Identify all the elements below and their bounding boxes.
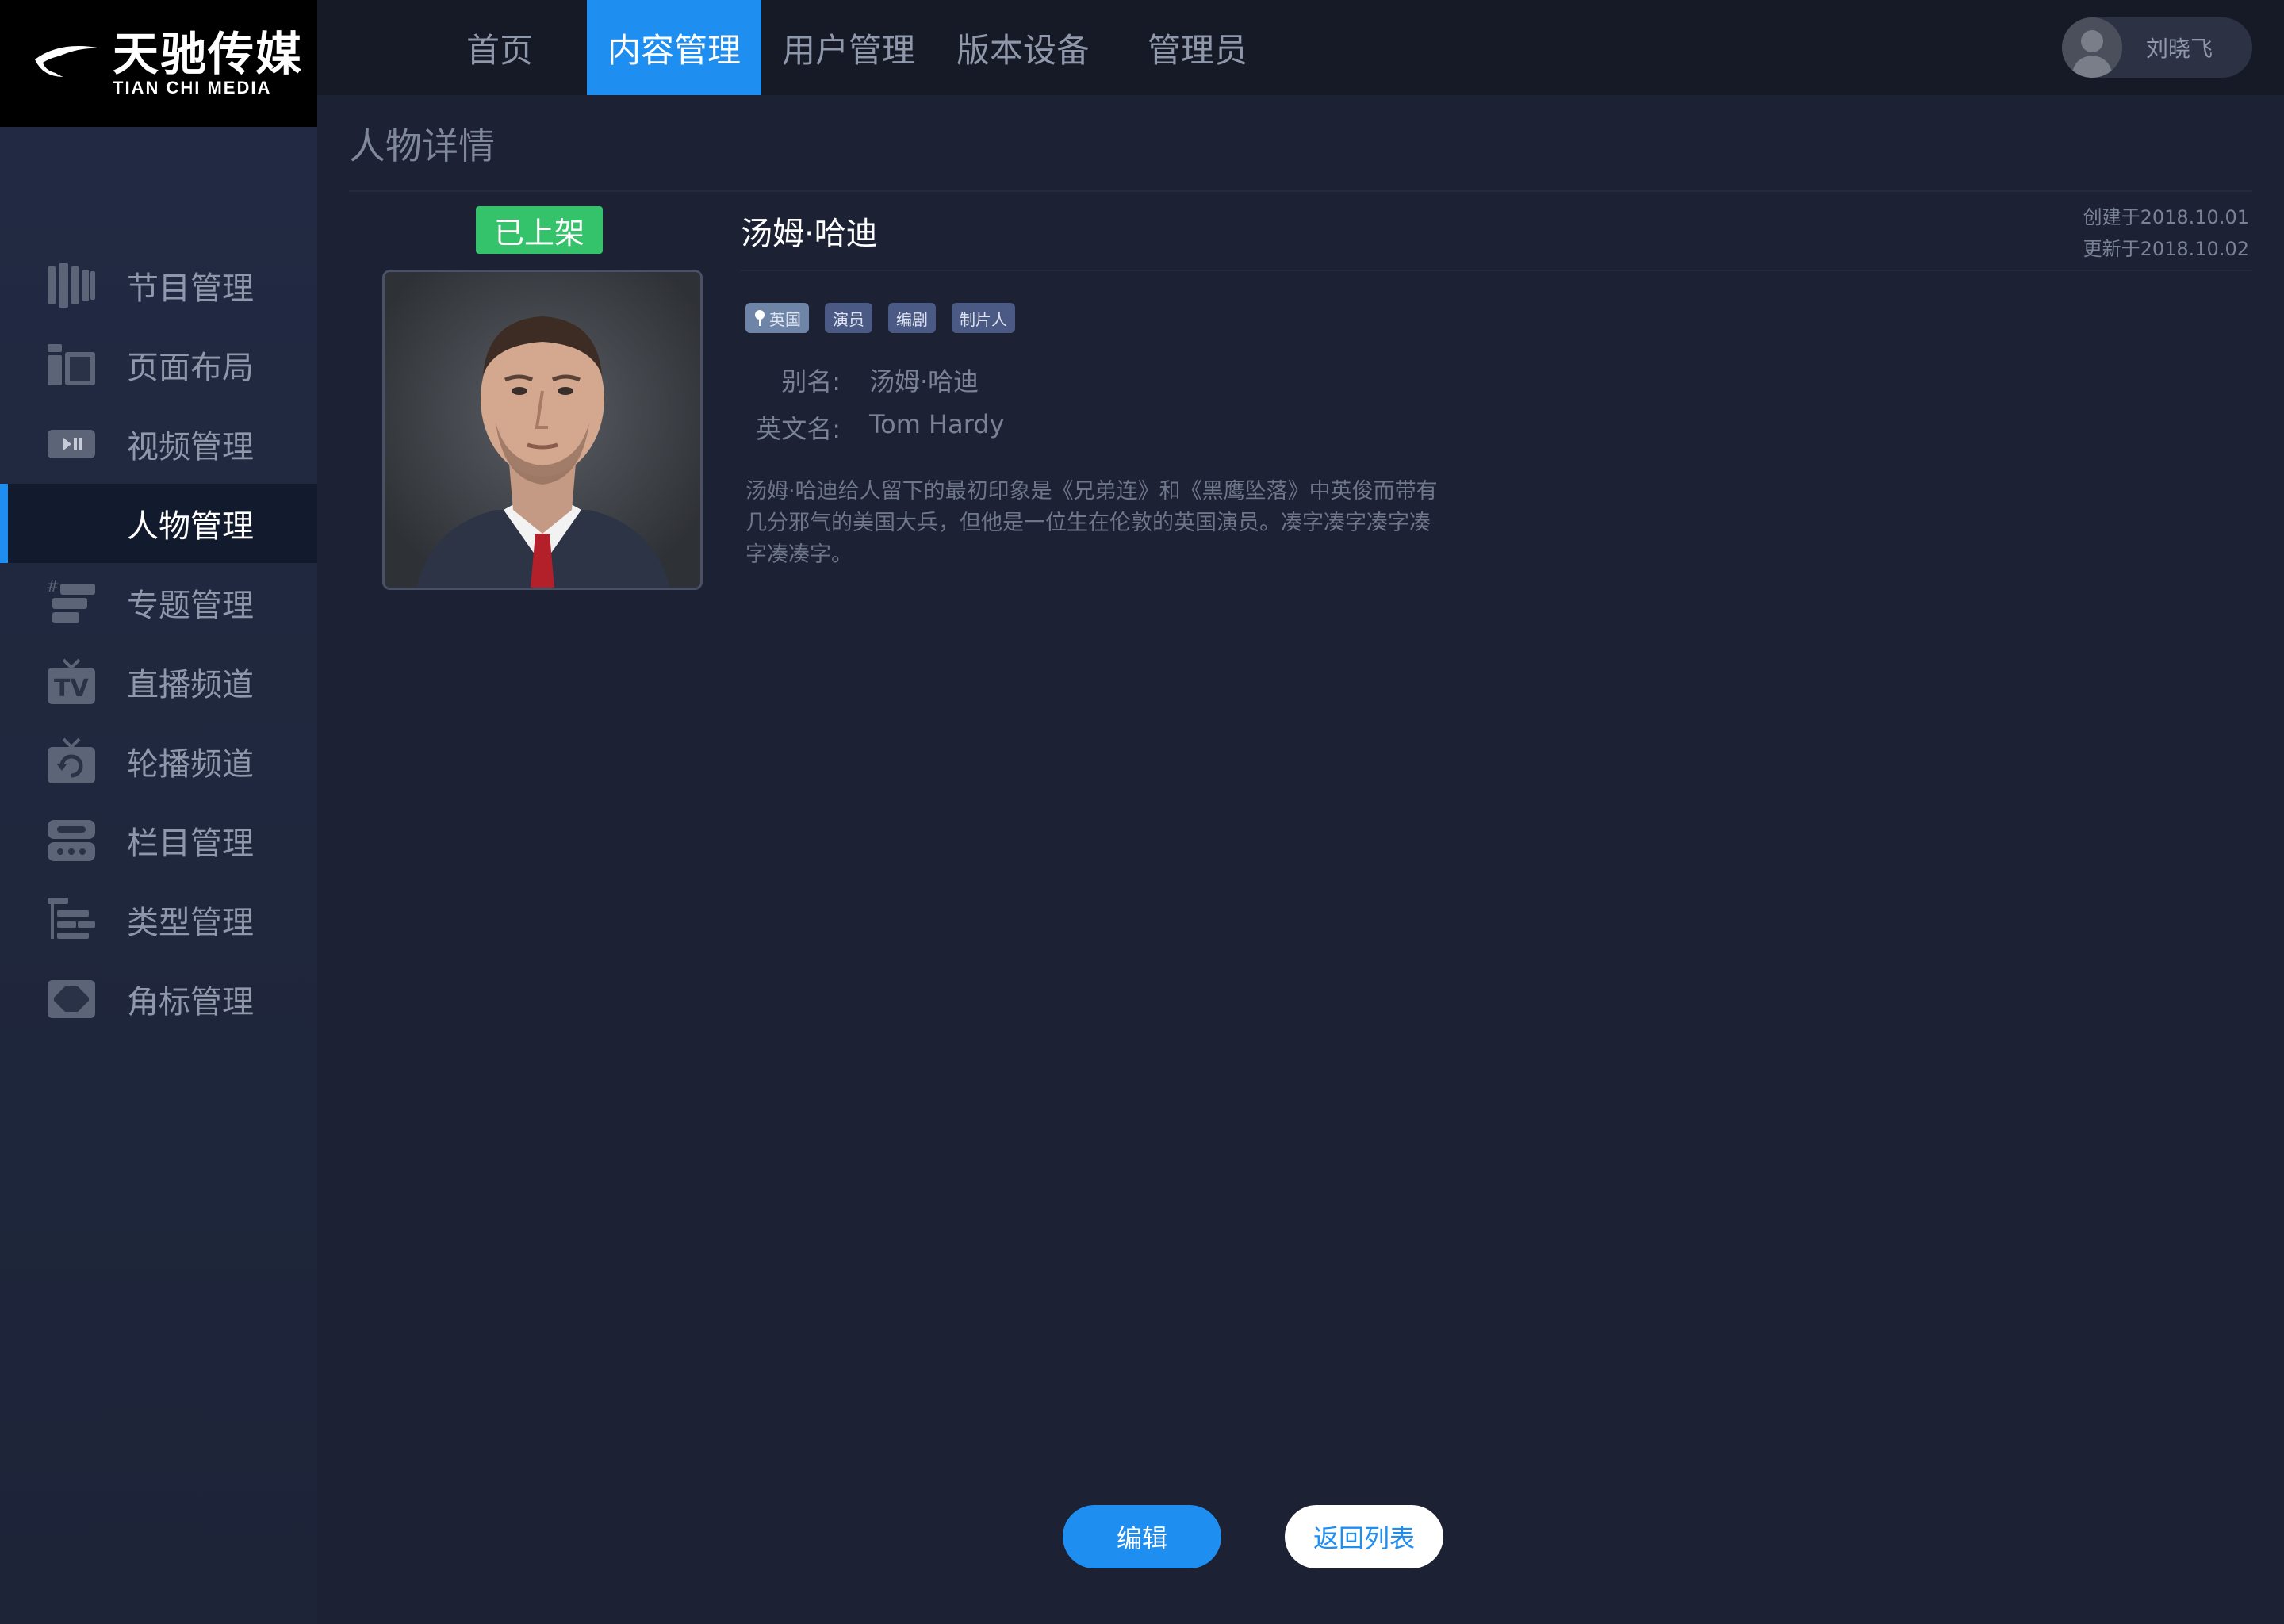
sidebar: 节目管理 页面布局 视频管理 人物管理 # 专题管理 TV 直播频道 轮播频道 …	[0, 127, 317, 1624]
created-date: 创建于2018.10.01	[2083, 206, 2249, 228]
avatar	[2062, 17, 2122, 78]
sidebar-item-label: 页面布局	[127, 350, 254, 386]
svg-text:TV: TV	[54, 675, 89, 703]
alias-label: 别名:	[781, 366, 841, 396]
nav-admin[interactable]: 管理员	[1110, 0, 1285, 95]
person-bio: 汤姆·哈迪给人留下的最初印象是《兄弟连》和《黑鹰坠落》中英俊而带有 几分邪气的美…	[745, 476, 1475, 571]
nav-home[interactable]: 首页	[444, 0, 555, 95]
brand-name-en: TIAN CHI MEDIA	[113, 78, 272, 98]
sidebar-item-page-layout[interactable]: 页面布局	[0, 325, 317, 404]
user-avatar-icon	[2071, 30, 2113, 78]
bio-line: 几分邪气的美国大兵，但他是一位生在伦敦的英国演员。凑字凑字凑字凑	[745, 511, 1431, 535]
category-tree-icon	[48, 898, 95, 939]
english-name-value: Tom Hardy	[869, 409, 1005, 439]
sidebar-item-topics[interactable]: # 专题管理	[0, 563, 317, 642]
divider	[741, 270, 2252, 271]
sidebar-item-label: 节目管理	[127, 270, 254, 307]
alias-row: 别名: 汤姆·哈迪	[730, 362, 979, 398]
bio-line: 汤姆·哈迪给人留下的最初印象是《兄弟连》和《黑鹰坠落》中英俊而带有	[745, 479, 1438, 504]
user-name: 刘晓飞	[2146, 36, 2213, 62]
page-title: 人物详情	[349, 124, 495, 167]
video-play-icon	[48, 430, 95, 458]
portrait-image	[385, 272, 700, 588]
location-pin-icon	[755, 310, 765, 326]
tag-role: 演员	[825, 303, 872, 333]
back-to-list-button[interactable]: 返回列表	[1285, 1505, 1443, 1568]
user-menu[interactable]: 刘晓飞	[2062, 17, 2252, 78]
updated-date: 更新于2018.10.02	[2083, 238, 2249, 260]
brand-name-cn: 天驰传媒	[113, 27, 304, 81]
sidebar-item-carousel[interactable]: 轮播频道	[0, 722, 317, 801]
english-name-row: 英文名: Tom Hardy	[730, 409, 1005, 446]
layout-icon	[48, 344, 95, 385]
tv-icon: TV	[48, 658, 95, 704]
topic-icon: #	[46, 577, 95, 623]
corner-badge-icon	[48, 980, 95, 1018]
sidebar-item-corner-badges[interactable]: 角标管理	[0, 959, 317, 1039]
status-badge: 已上架	[476, 206, 603, 254]
sidebar-item-label: 轮播频道	[127, 746, 254, 783]
sidebar-item-label: 角标管理	[127, 984, 254, 1021]
sidebar-item-types[interactable]: 类型管理	[0, 880, 317, 959]
person-portrait	[382, 270, 703, 590]
record-dates: 创建于2018.10.01 更新于2018.10.02	[2083, 201, 2249, 265]
brand-logo[interactable]: 天驰传媒 TIAN CHI MEDIA	[0, 0, 317, 127]
sidebar-item-label: 专题管理	[127, 588, 254, 624]
sidebar-item-programs[interactable]: 节目管理	[0, 246, 317, 325]
tag-label: 英国	[769, 309, 801, 329]
sidebar-item-label: 栏目管理	[127, 825, 254, 862]
sidebar-item-label: 视频管理	[127, 429, 254, 465]
sidebar-item-columns[interactable]: 栏目管理	[0, 801, 317, 880]
top-navbar: 首页 内容管理 用户管理 版本设备 管理员	[317, 0, 2284, 95]
nav-content-management[interactable]: 内容管理	[587, 0, 761, 95]
column-icon	[48, 820, 95, 861]
nav-user-management[interactable]: 用户管理	[761, 0, 936, 95]
tag-role: 制片人	[952, 303, 1015, 333]
film-strip-icon	[48, 263, 95, 308]
tag-country: 英国	[745, 303, 809, 333]
sidebar-item-label: 人物管理	[127, 508, 254, 545]
edit-button[interactable]: 编辑	[1063, 1505, 1221, 1568]
alias-value: 汤姆·哈迪	[869, 366, 979, 396]
sidebar-item-video[interactable]: 视频管理	[0, 404, 317, 484]
sidebar-item-people[interactable]: 人物管理	[0, 484, 317, 563]
tag-role: 编剧	[888, 303, 936, 333]
sidebar-item-label: 类型管理	[127, 905, 254, 941]
nav-version-devices[interactable]: 版本设备	[936, 0, 1110, 95]
person-name: 汤姆·哈迪	[741, 216, 878, 252]
divider	[349, 190, 2252, 192]
person-tags: 英国 演员 编剧 制片人	[745, 303, 1015, 333]
carousel-tv-icon	[48, 737, 95, 783]
bio-line: 字凑凑字。	[745, 542, 853, 567]
svg-text:#: #	[46, 577, 59, 596]
english-name-label: 英文名:	[756, 414, 841, 444]
sidebar-item-live[interactable]: TV 直播频道	[0, 642, 317, 722]
logo-mark-icon	[35, 46, 102, 77]
sidebar-item-label: 直播频道	[127, 667, 254, 703]
